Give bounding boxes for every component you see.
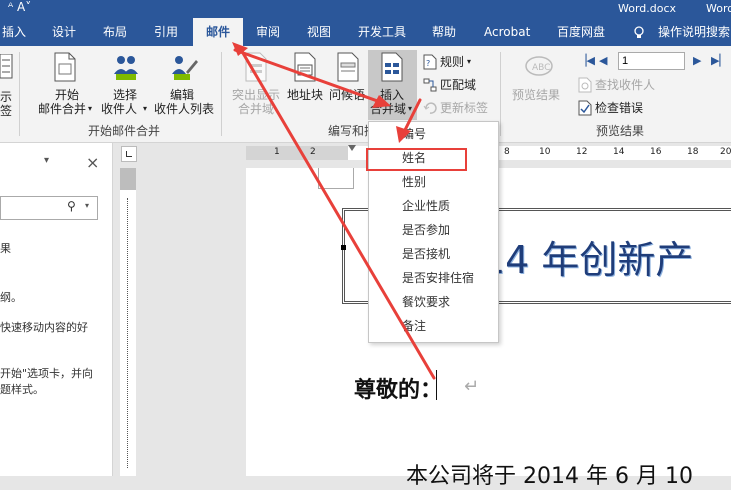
annotation-arrows — [232, 42, 436, 380]
arrowhead-name-field — [396, 126, 411, 143]
arrow-line-to-mailings-tab — [238, 46, 436, 380]
arrow-line-to-name-field — [401, 98, 422, 136]
